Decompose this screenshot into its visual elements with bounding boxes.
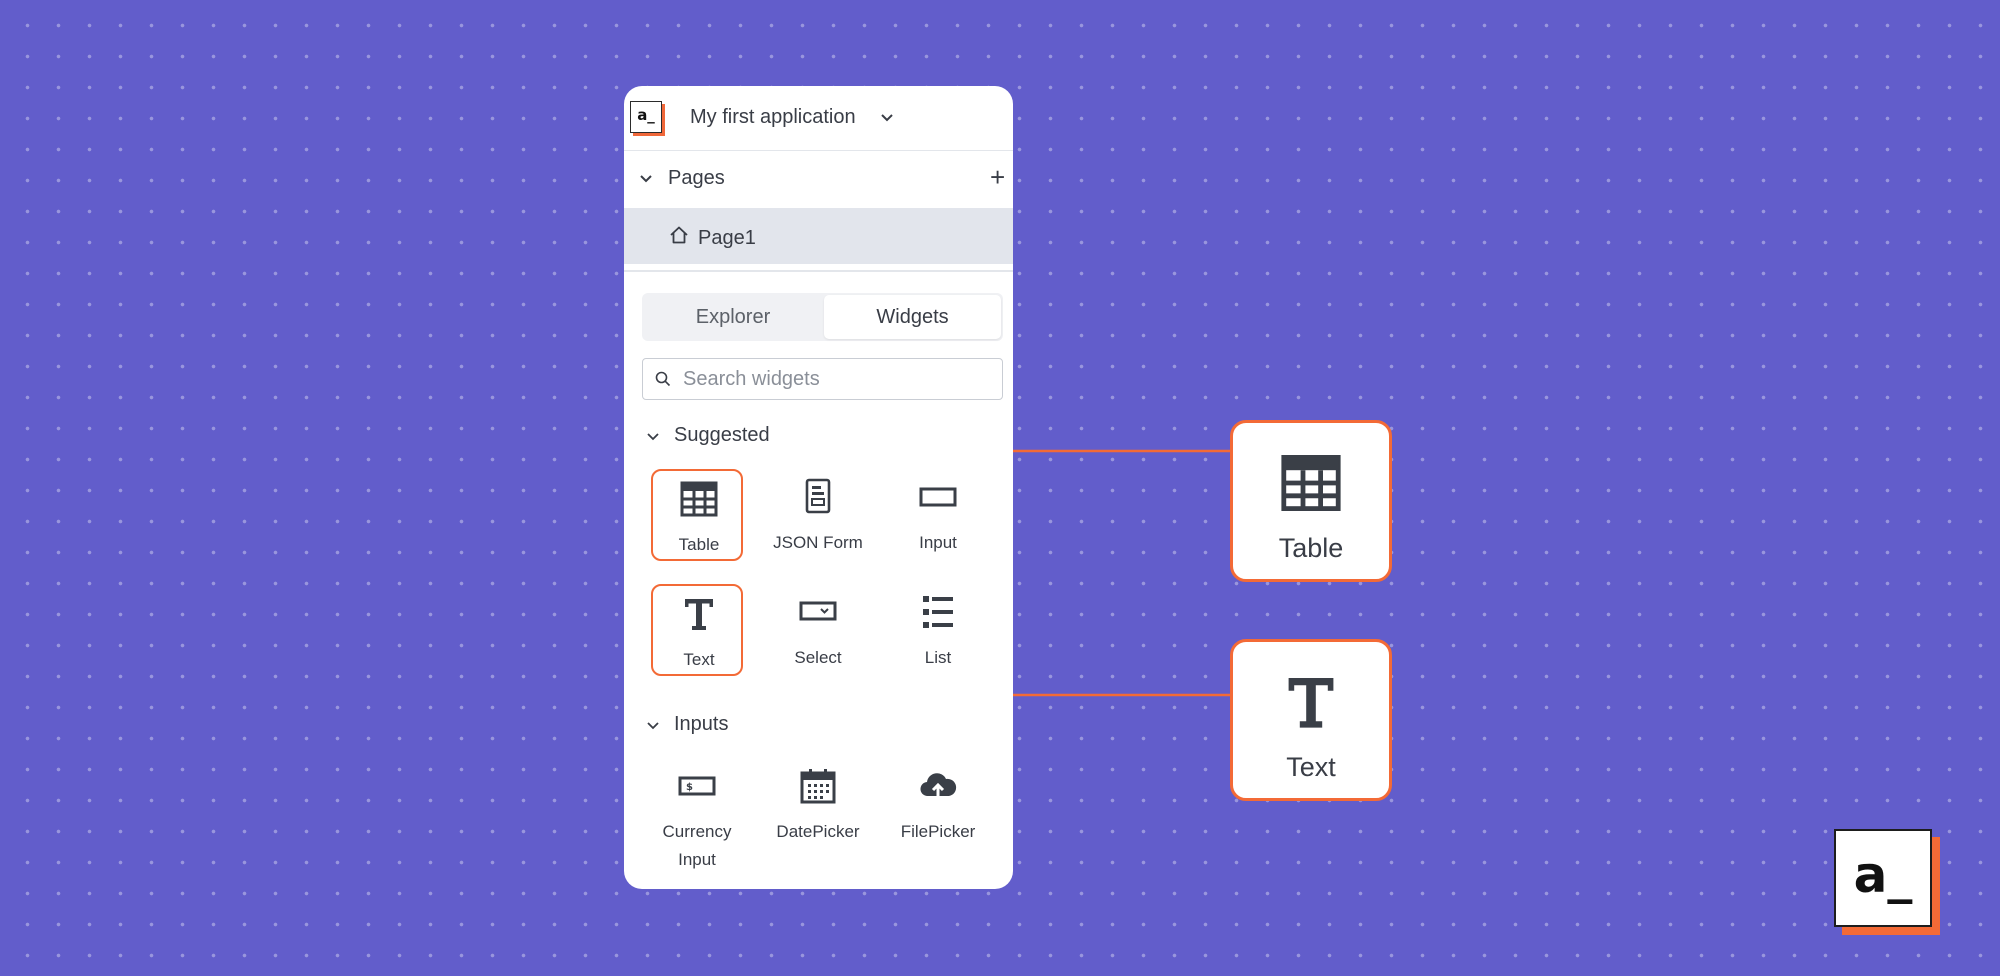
currency-input-icon: $ [678, 776, 716, 796]
search-icon [655, 371, 671, 387]
home-icon [670, 226, 688, 244]
inputs-label: Inputs [674, 713, 729, 735]
search-box[interactable] [642, 358, 1003, 400]
widget-label-line1: Currency [662, 822, 732, 841]
text-icon [685, 599, 713, 630]
widget-label: Select [794, 648, 842, 667]
tab-widgets[interactable]: Widgets [824, 295, 1001, 339]
widget-label: Currency Input [631, 818, 763, 874]
widget-currency-input[interactable]: $ Currency Input [651, 758, 743, 869]
calendar-icon [800, 769, 836, 804]
app-logo[interactable]: a_ [630, 101, 662, 133]
widget-label: DatePicker [776, 822, 860, 841]
widget-table[interactable]: Table [651, 469, 743, 561]
pages-label: Pages [668, 167, 725, 189]
widget-label-line2: Input [678, 850, 716, 869]
callout-label: Text [1286, 752, 1336, 782]
svg-text:$: $ [686, 782, 693, 793]
page-item-label: Page1 [698, 227, 756, 249]
widget-label: JSON Form [773, 533, 863, 552]
add-page-button[interactable]: + [990, 164, 1005, 190]
widget-label: List [924, 648, 952, 667]
section-divider [624, 270, 1013, 272]
cloud-upload-icon [920, 773, 957, 800]
chevron-down-icon[interactable] [646, 718, 660, 732]
widgets-side-panel: a_ My first application Pages + Page1 Ex… [624, 86, 1013, 889]
widget-filepicker[interactable]: FilePicker [892, 758, 984, 850]
input-icon [919, 487, 957, 507]
widget-label: Text [683, 650, 715, 669]
widget-label: Table [678, 535, 720, 554]
widget-text[interactable]: Text [651, 584, 743, 676]
table-icon [680, 481, 718, 517]
list-icon [923, 596, 953, 628]
text-icon [1288, 678, 1334, 728]
app-name[interactable]: My first application [690, 106, 856, 129]
chevron-down-icon[interactable] [879, 109, 895, 125]
widget-label: FilePicker [900, 822, 976, 841]
widget-input[interactable]: Input [892, 469, 984, 561]
pages-section-header[interactable]: Pages + [624, 150, 1013, 206]
table-callout: Table [1230, 420, 1392, 582]
select-icon [799, 601, 837, 621]
app-header: a_ My first application [624, 86, 1013, 151]
widget-select[interactable]: Select [772, 584, 864, 676]
callout-label: Table [1278, 533, 1344, 563]
inputs-section-header[interactable]: Inputs [624, 710, 1013, 740]
json-form-icon [805, 478, 831, 514]
text-callout: Text [1230, 639, 1392, 801]
search-input[interactable] [683, 361, 993, 397]
chevron-down-icon[interactable] [646, 429, 660, 443]
tab-explorer[interactable]: Explorer [644, 295, 822, 339]
widget-json-form[interactable]: JSON Form [772, 469, 864, 561]
suggested-section-header[interactable]: Suggested [624, 421, 1013, 451]
chevron-down-icon[interactable] [638, 170, 654, 186]
explorer-widgets-tabs: Explorer Widgets [642, 293, 1003, 341]
widget-datepicker[interactable]: DatePicker [772, 758, 864, 850]
suggested-label: Suggested [674, 424, 770, 446]
brand-logo: a_ [1834, 829, 1932, 927]
table-icon [1281, 455, 1341, 511]
widget-label: Input [919, 533, 957, 552]
page-item-page1[interactable]: Page1 [624, 208, 1013, 264]
widget-list[interactable]: List [892, 584, 984, 676]
